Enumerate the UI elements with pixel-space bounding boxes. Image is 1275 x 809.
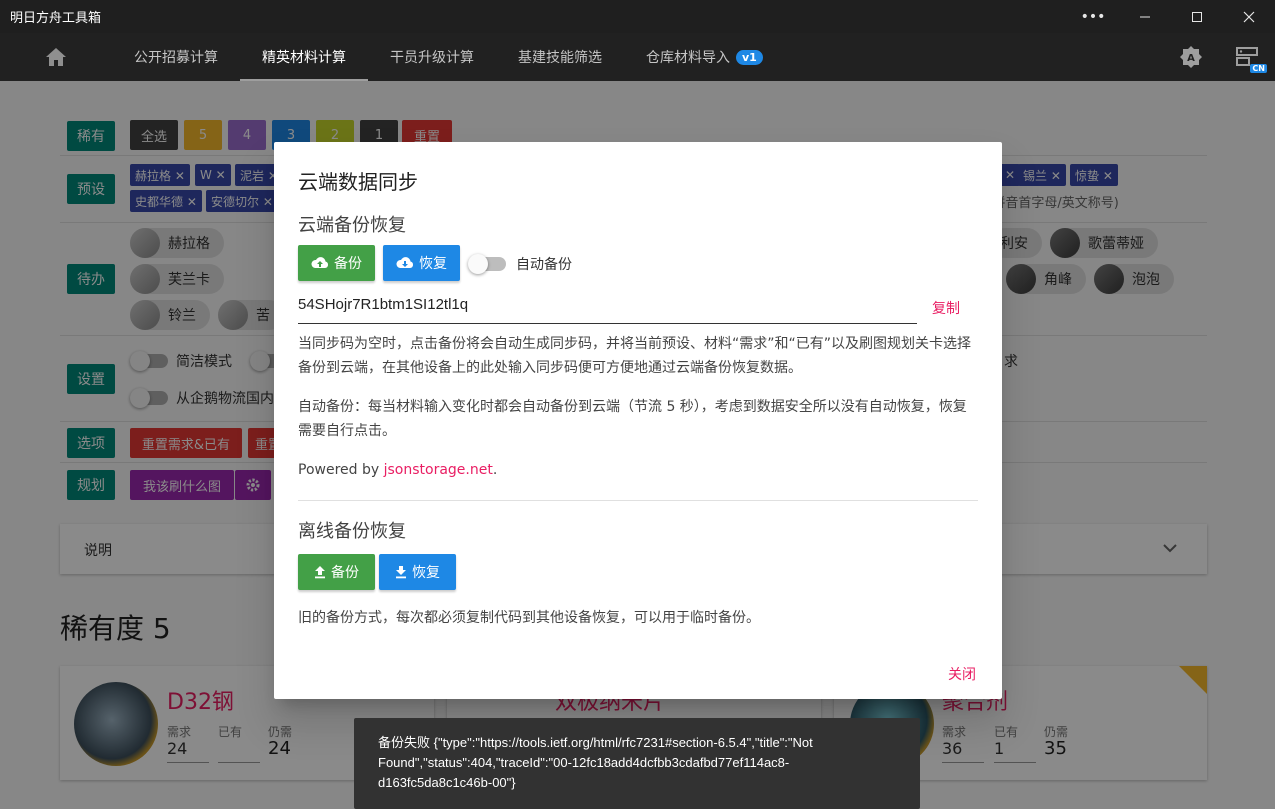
server-select-button[interactable]: CN: [1219, 33, 1275, 81]
download-icon: [396, 566, 406, 579]
section-divider: [298, 500, 978, 501]
theme-toggle-button[interactable]: A: [1163, 33, 1219, 81]
cloud-upload-icon: [311, 257, 329, 268]
tab-level-up[interactable]: 干员升级计算: [368, 33, 496, 81]
auto-backup-description: 自动备份：每当材料输入变化时都会自动备份到云端（节流 5 秒），考虑到数据安全所…: [298, 399, 967, 439]
tab-label: 基建技能筛选: [518, 50, 602, 66]
maximize-button[interactable]: [1171, 0, 1223, 33]
svg-text:A: A: [1187, 53, 1195, 64]
minimize-button[interactable]: [1119, 0, 1171, 33]
version-badge: v1: [736, 49, 763, 65]
offline-backup-button[interactable]: 备份: [298, 554, 375, 590]
auto-backup-label: 自动备份: [516, 257, 572, 273]
cloud-backup-button[interactable]: 备份: [298, 245, 375, 281]
cloud-sync-dialog: 云端数据同步 云端备份恢复 备份 恢复 自动备份 54SHojr7R1btm1S…: [274, 142, 1002, 699]
button-label: 备份: [331, 565, 359, 581]
window-title: 明日方舟工具箱: [10, 11, 102, 26]
auto-backup-switch[interactable]: [468, 254, 506, 274]
tab-recruit[interactable]: 公开招募计算: [112, 33, 240, 81]
window-titlebar: 明日方舟工具箱 •••: [0, 0, 1275, 33]
minimize-icon: [1140, 16, 1150, 17]
tab-elite-materials[interactable]: 精英材料计算: [240, 33, 368, 81]
sync-code-input[interactable]: 54SHojr7R1btm1SI12tl1q: [298, 296, 917, 324]
tab-label: 仓库材料导入: [646, 50, 730, 66]
cloud-restore-button[interactable]: 恢复: [383, 245, 460, 281]
cloud-download-icon: [396, 257, 414, 268]
offline-section-title: 离线备份恢复: [298, 521, 406, 542]
powered-by-text: Powered by jsonstorage.net.: [298, 458, 978, 482]
tab-label: 公开招募计算: [134, 50, 218, 66]
cloud-section-title: 云端备份恢复: [298, 215, 406, 236]
tab-label: 干员升级计算: [390, 50, 474, 66]
powered-by-prefix: Powered by: [298, 462, 384, 478]
tab-depot-import[interactable]: 仓库材料导入 v1: [624, 33, 785, 81]
button-label: 恢复: [412, 565, 440, 581]
button-label: 恢复: [419, 256, 447, 272]
dialog-title: 云端数据同步: [298, 170, 418, 194]
close-dialog-button[interactable]: 关闭: [948, 664, 976, 684]
copy-button[interactable]: 复制: [932, 298, 960, 318]
server-badge: CN: [1250, 64, 1267, 73]
brightness-auto-icon: A: [1180, 46, 1202, 68]
button-label: 备份: [334, 256, 362, 272]
close-icon: [1243, 11, 1255, 22]
offline-restore-button[interactable]: 恢复: [379, 554, 456, 590]
tab-base-skills[interactable]: 基建技能筛选: [496, 33, 624, 81]
upload-icon: [315, 566, 325, 579]
jsonstorage-link[interactable]: jsonstorage.net: [384, 462, 493, 478]
maximize-icon: [1192, 11, 1202, 22]
close-window-button[interactable]: [1223, 0, 1275, 33]
offline-description: 旧的备份方式，每次都必须复制代码到其他设备恢复，可以用于临时备份。: [298, 610, 760, 626]
home-button[interactable]: [0, 33, 112, 81]
tab-label: 精英材料计算: [262, 50, 346, 66]
error-snackbar: 备份失败 {"type":"https://tools.ietf.org/htm…: [354, 718, 920, 809]
sync-description: 当同步码为空时，点击备份将会自动生成同步码，并将当前预设、材料“需求”和“已有”…: [298, 336, 972, 376]
more-icon[interactable]: •••: [1067, 0, 1119, 33]
home-icon: [46, 48, 66, 66]
powered-by-suffix: .: [492, 462, 498, 478]
snackbar-message: 备份失败 {"type":"https://tools.ietf.org/htm…: [378, 735, 813, 790]
app-navbar: 公开招募计算 精英材料计算 干员升级计算 基建技能筛选 仓库材料导入 v1 A C…: [0, 33, 1275, 81]
